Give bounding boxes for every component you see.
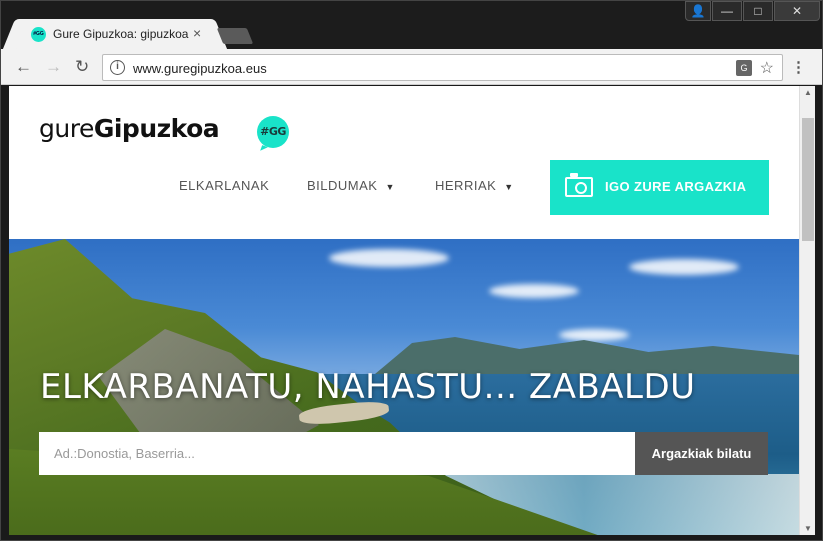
hero-banner: ELKARBANATU, NAHASTU... ZABALDU Argazkia…	[9, 239, 799, 535]
site-favicon-icon: #GG	[31, 27, 46, 42]
site-logo[interactable]: gureGipuzkoa #GG	[39, 114, 289, 148]
window-controls: 👤 — □ ✕	[684, 1, 820, 21]
cloud	[629, 259, 739, 275]
bookmark-star-icon[interactable]: ☆	[760, 58, 774, 78]
nav-item-elkarlanak[interactable]: ELKARLANAK	[179, 178, 269, 193]
translate-icon[interactable]: G	[736, 60, 752, 76]
scroll-down-icon[interactable]: ▼	[804, 524, 812, 533]
upload-label: IGO ZURE ARGAZKIA	[605, 179, 747, 194]
cloud	[489, 284, 579, 298]
close-window-button[interactable]: ✕	[774, 1, 820, 21]
forward-arrow-icon[interactable]: →	[45, 57, 62, 77]
profile-icon[interactable]: 👤	[685, 1, 711, 21]
search-input[interactable]	[39, 432, 635, 475]
logo-gure: gure	[39, 114, 94, 143]
address-bar[interactable]: i www.guregipuzkoa.eus G ☆	[102, 54, 783, 81]
nav-item-herriak[interactable]: HERRIAK ▼	[435, 178, 514, 193]
upload-photo-button[interactable]: IGO ZURE ARGAZKIA	[550, 160, 769, 215]
logo-gipuzkoa: Gipuzkoa	[93, 114, 220, 143]
logo-badge-icon: #GG	[257, 116, 289, 148]
nav-label: HERRIAK	[435, 178, 497, 193]
maximize-button[interactable]: □	[743, 1, 773, 21]
scroll-up-icon[interactable]: ▲	[804, 88, 812, 97]
minimize-button[interactable]: —	[712, 1, 742, 21]
site-info-icon[interactable]: i	[110, 60, 125, 75]
tab-close-icon[interactable]: ×	[193, 25, 201, 41]
nav-label: BILDUMAK	[307, 178, 378, 193]
caret-down-icon: ▼	[385, 182, 395, 192]
cloud	[559, 329, 629, 341]
active-tab[interactable]: #GG Gure Gipuzkoa: gipuzkoa ×	[17, 19, 213, 49]
hero-title: ELKARBANATU, NAHASTU... ZABALDU	[40, 367, 696, 407]
title-bar: #GG Gure Gipuzkoa: gipuzkoa × 👤 — □ ✕	[1, 1, 822, 49]
browser-toolbar: ← → ↻ i www.guregipuzkoa.eus G ☆ ⋮	[1, 49, 822, 85]
nav-item-bildumak[interactable]: BILDUMAK ▼	[307, 178, 395, 193]
browser-menu-icon[interactable]: ⋮	[791, 58, 806, 76]
camera-icon	[565, 173, 593, 197]
web-page: gureGipuzkoa #GG ELKARLANAK BILDUMAK ▼ HE…	[9, 86, 799, 535]
back-arrow-icon[interactable]: ←	[15, 57, 32, 77]
cloud	[329, 249, 449, 267]
browser-window: #GG Gure Gipuzkoa: gipuzkoa × 👤 — □ ✕ ← …	[0, 0, 823, 541]
reload-icon[interactable]: ↻	[75, 57, 89, 77]
page-scrollbar[interactable]: ▲ ▼	[799, 86, 815, 535]
tab-title: Gure Gipuzkoa: gipuzkoa	[53, 27, 189, 41]
url-text[interactable]: www.guregipuzkoa.eus	[133, 61, 267, 76]
search-button[interactable]: Argazkiak bilatu	[635, 432, 768, 475]
caret-down-icon: ▼	[504, 182, 514, 192]
scroll-thumb[interactable]	[802, 118, 814, 241]
new-tab-button[interactable]	[216, 28, 254, 44]
nav-label: ELKARLANAK	[179, 178, 270, 193]
